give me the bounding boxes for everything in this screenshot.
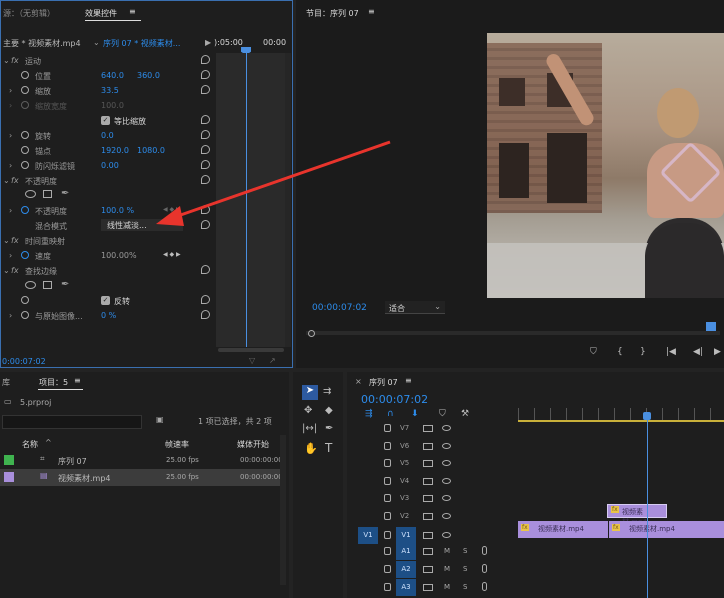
timeline-playhead-line xyxy=(647,420,648,598)
annotation-arrow xyxy=(156,140,391,226)
